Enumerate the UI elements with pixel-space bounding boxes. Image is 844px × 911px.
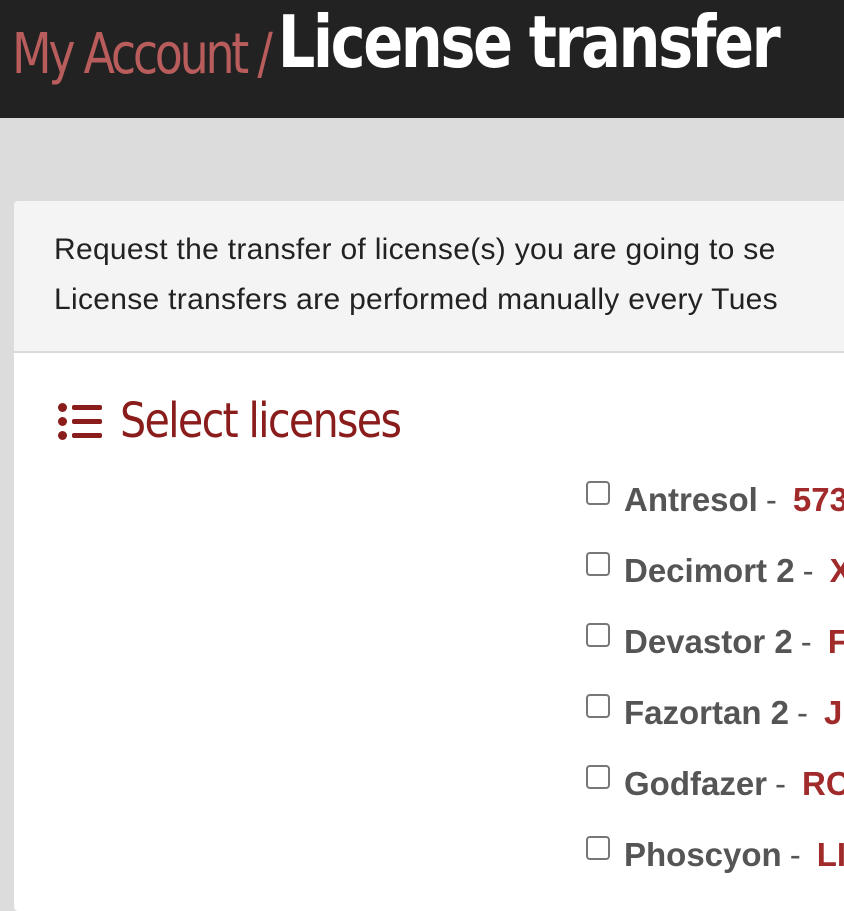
license-checkbox[interactable] [586, 623, 610, 647]
intro-text-line-2: License transfers are performed manually… [54, 283, 778, 316]
license-separator: - [797, 694, 809, 731]
license-checkbox[interactable] [586, 765, 610, 789]
license-item: Fazortan 2-J [586, 694, 844, 765]
license-key: J [824, 694, 843, 731]
license-checkbox[interactable] [586, 481, 610, 505]
license-key: RC [802, 765, 844, 802]
license-separator: - [775, 765, 787, 802]
license-key: 573 [792, 481, 844, 518]
license-key: X [829, 552, 844, 589]
license-item: Antresol -573 [586, 481, 844, 552]
breadcrumb: My Account / License transfer [12, 0, 781, 90]
license-separator: - [800, 623, 812, 660]
license-list: Antresol -573 Decimort 2- X Devastor 2- F Fazo… [586, 481, 844, 907]
license-separator: - [802, 552, 814, 589]
license-key: F [827, 623, 844, 660]
top-bar: My Account / License transfer [0, 0, 844, 118]
license-transfer-card: Request the transfer of license(s) you a… [14, 201, 844, 911]
license-separator: - [765, 481, 777, 518]
license-name[interactable]: Decimort 2 [624, 552, 795, 590]
license-name[interactable]: Devastor 2 [624, 623, 793, 661]
license-item: Devastor 2-F [586, 623, 844, 694]
license-key: LI [816, 836, 844, 873]
license-checkbox[interactable] [586, 836, 610, 860]
license-item: Godfazer - RC [586, 765, 844, 836]
card-header: Request the transfer of license(s) you a… [14, 201, 844, 353]
list-icon [58, 401, 104, 441]
page-title: License transfer [277, 0, 781, 84]
section-title-label: Select licenses [120, 393, 402, 449]
license-item: Decimort 2-X [586, 552, 844, 623]
breadcrumb-my-account-link[interactable]: My Account [12, 22, 249, 87]
license-checkbox[interactable] [586, 552, 610, 576]
license-name[interactable]: Antresol [624, 481, 758, 519]
license-separator: - [789, 836, 801, 873]
license-name[interactable]: Fazortan 2 [624, 694, 789, 732]
license-item: Phoscyon - LI [586, 836, 844, 907]
license-name[interactable]: Phoscyon [624, 836, 782, 874]
intro-text-line-1: Request the transfer of license(s) you a… [54, 233, 776, 266]
breadcrumb-separator: / [246, 22, 272, 87]
section-title: Select licenses [58, 393, 446, 449]
license-checkbox[interactable] [586, 694, 610, 718]
license-name[interactable]: Godfazer [624, 765, 767, 803]
